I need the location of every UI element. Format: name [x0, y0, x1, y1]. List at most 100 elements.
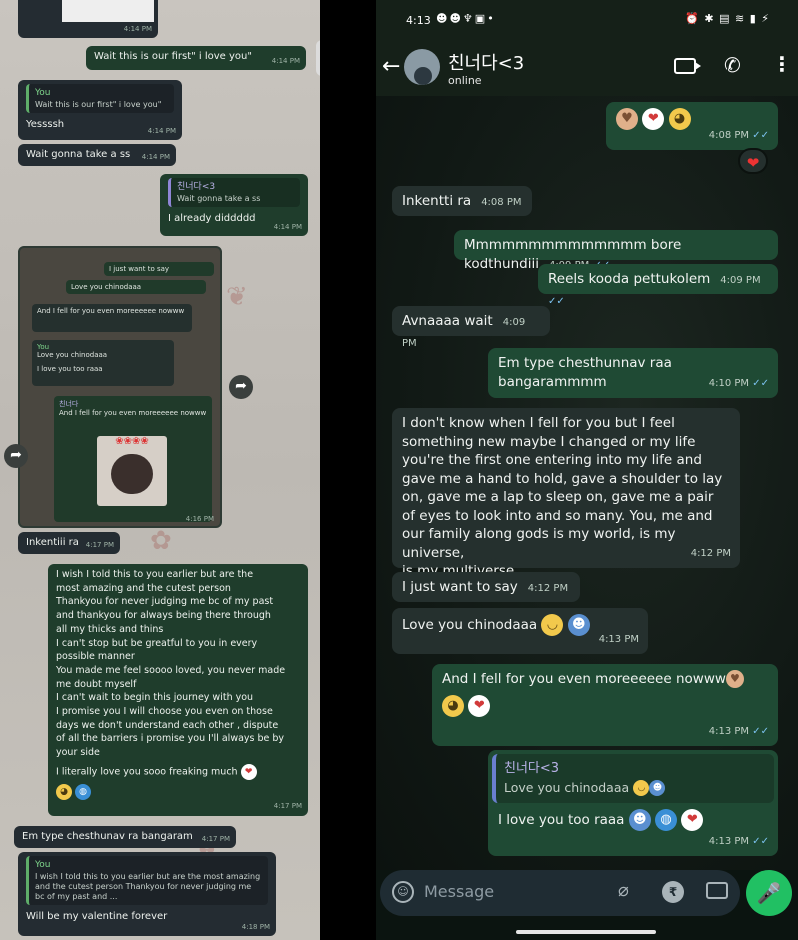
message-text: And I fell for you even moreeeeee nowww — [442, 671, 726, 687]
message-time: 4:12 PM — [527, 583, 569, 594]
message-time: 4:17 PM — [85, 541, 114, 549]
camera-icon[interactable] — [706, 882, 728, 899]
video-call-icon[interactable] — [674, 58, 701, 74]
message-line: of eyes to look into and so many. You, m… — [402, 507, 713, 524]
quote-name: You — [35, 88, 51, 98]
outgoing-message[interactable]: And I fell for you even moreeeeee nowww ♥… — [432, 664, 778, 746]
rupee-payment-icon[interactable]: ₹ — [662, 881, 684, 903]
left-message-bubble[interactable]: You Wait this is our first" i love you" … — [18, 80, 182, 140]
message-line: me doubt myself — [56, 678, 137, 690]
quoted-message[interactable]: You I wish I told this to you earlier bu… — [26, 856, 268, 905]
message-time: 4:17 PM — [201, 835, 230, 843]
quoted-message[interactable]: 친너다<3 Wait gonna take a ss — [168, 178, 300, 207]
message-line: possible manner — [56, 651, 135, 663]
image-message-bottom[interactable]: 4:14 PM — [18, 0, 158, 38]
screenshot-line: 친너다 — [59, 400, 79, 408]
message-time: 4:13 PM — [708, 835, 750, 847]
message-text: Love you chinodaaa — [402, 617, 538, 633]
message-line: you're the first one entering into my li… — [402, 452, 702, 468]
message-text: Inkentti ra — [402, 193, 472, 209]
message-time: 4:18 PM — [241, 923, 270, 931]
leaf-decoration: ❦ — [226, 282, 248, 312]
left-message-bubble[interactable]: 친너다<3 Wait gonna take a ss I already did… — [160, 174, 308, 236]
message-time: 4:14 PM — [147, 127, 176, 135]
contact-avatar[interactable]: ☺ — [316, 40, 320, 76]
message-time: 4:14 PM — [273, 223, 302, 231]
message-time: 4:12 PM — [690, 547, 731, 559]
flower-decoration: ✿ — [150, 526, 172, 556]
forward-icon[interactable]: ➦ — [229, 375, 253, 399]
message-time: 4:17 PM — [273, 802, 302, 811]
message-time: 4:08 PM — [481, 197, 522, 208]
message-line: most amazing and the cutest person — [56, 582, 231, 594]
quote-text: I wish I told this to you earlier but ar… — [35, 872, 261, 901]
pleading-face-emoji: ◕ — [442, 694, 464, 717]
quoted-message[interactable]: 친너다<3 Love you chinodaaa ◡ ☻ — [492, 754, 774, 803]
read-receipt-icon: ✓✓ — [752, 835, 769, 847]
message-time: 4:08 PM — [708, 129, 750, 141]
quoted-message[interactable]: You Wait this is our first" i love you" — [26, 84, 174, 113]
heart-emoji: ❤ — [681, 809, 704, 831]
message-text: Inkentiii ra — [26, 537, 79, 548]
forwarded-screenshot-image[interactable]: I just want to say Love you chinodaaa An… — [18, 246, 222, 528]
heart-emoji: ❤ — [468, 694, 491, 717]
incoming-message[interactable]: I just want to say 4:12 PM — [392, 572, 580, 602]
message-text: I just want to say — [402, 579, 518, 595]
relieved-face-emoji: ◡ — [541, 614, 564, 636]
read-receipt-icon: ✓✓ — [548, 295, 565, 307]
left-message-bubble[interactable]: Wait gonna take a ss 4:14 PM — [18, 144, 176, 166]
message-list[interactable]: ♥ ❤ ◕ 4:08 PM ✓✓ ❤ Inkentti ra 4:08 PM Mm… — [376, 96, 798, 870]
contact-avatar[interactable] — [404, 49, 440, 85]
message-text: Will be my valentine forever — [26, 911, 168, 922]
heart-emoji: ❤ — [240, 763, 257, 780]
home-indicator — [516, 930, 656, 934]
photo-thumbnail: ❀❀❀❀ — [97, 436, 167, 506]
attach-icon[interactable]: ⌀ — [618, 880, 629, 901]
image-thumbnail — [62, 0, 154, 22]
message-line: our family along gods is my world, is my… — [402, 526, 676, 561]
message-line: I can't wait to begin this journey with … — [56, 692, 254, 704]
left-message-bubble[interactable]: Inkentiii ra 4:17 PM — [18, 532, 120, 554]
outgoing-reply-message[interactable]: 친너다<3 Love you chinodaaa ◡ ☻ I love you t… — [488, 750, 778, 856]
read-receipt-icon: ✓✓ — [752, 725, 769, 737]
emoji-icon[interactable]: ☺ — [392, 881, 414, 903]
outgoing-message[interactable]: Reels kooda pettukolem 4:09 PM ✓✓ — [538, 264, 778, 307]
heart-emoji: ❤ — [642, 108, 665, 130]
phone-call-icon[interactable]: ✆ — [724, 53, 741, 77]
hugging-people-emoji: ☻ — [567, 614, 590, 636]
status-bar: 4:13 ☻☻♆▣• ⏰ ✱ ▤ ≋ ▮ ⚡ — [376, 0, 798, 40]
forward-icon[interactable]: ➦ — [4, 444, 28, 468]
message-line: I promise you I will choose you even on … — [56, 706, 273, 718]
left-screenshot-panel: ✿ ❦ ✿ ✿ 4:14 PM Wait this is our first" … — [0, 0, 320, 940]
screenshot-line: And I fell for you even moreeeeee nowww — [59, 409, 207, 417]
incoming-message[interactable]: Avnaaaa wait 4:09 PM — [392, 306, 550, 349]
microphone-icon[interactable]: 🎤 — [746, 870, 792, 916]
left-message-bubble[interactable]: Wait this is our first" i love you" 4:14… — [86, 46, 306, 70]
message-line: your side — [56, 747, 100, 759]
message-text: Avnaaaa wait — [402, 313, 493, 329]
message-line: Thankyou for never judging me bc of my p… — [56, 596, 274, 608]
message-text: Em type chesthunav ra bangaram — [22, 831, 193, 842]
contact-name[interactable]: 친너다<3 — [448, 49, 524, 75]
left-message-bubble[interactable]: Em type chesthunav ra bangaram 4:17 PM — [14, 826, 236, 848]
incoming-message[interactable]: Love you chinodaaa ◡ ☻ 4:13 PM — [392, 608, 648, 654]
message-time: 4:09 PM — [720, 275, 761, 286]
incoming-long-message[interactable]: I don't know when I fell for you but I f… — [392, 408, 740, 579]
message-text: Wait this is our first" i love you" — [94, 51, 252, 62]
outgoing-emoji-message[interactable]: ♥ ❤ ◕ 4:08 PM ✓✓ — [606, 102, 778, 150]
incoming-message[interactable]: Inkentti ra 4:08 PM — [392, 186, 532, 216]
message-line: I wish I told this to you earlier but ar… — [56, 569, 254, 580]
screenshot-line: And I fell for you even moreeeeee nowww — [32, 304, 192, 332]
more-options-icon[interactable]: ⋮ — [772, 52, 792, 76]
hugging-people-emoji: ☻ — [649, 779, 666, 796]
left-message-bubble[interactable]: You I wish I told this to you earlier bu… — [18, 852, 276, 936]
message-input[interactable]: ☺ Message ⌀ ₹ — [380, 870, 740, 916]
heart-reaction[interactable]: ❤ — [738, 148, 768, 174]
long-love-letter-bubble[interactable]: I wish I told this to you earlier but ar… — [48, 564, 308, 816]
message-line: I can't stop but be greatful to you in e… — [56, 637, 258, 649]
message-line: all my thicks and thins — [56, 623, 164, 635]
outgoing-message[interactable]: Em type chesthunnav raa bangarammmm 4:10… — [488, 348, 778, 398]
outgoing-message[interactable]: Mmmmmmmmmmmmmm bore kodthundiii4:09 PM ✓… — [454, 230, 778, 272]
screenshot-quote-block: You Love you chinodaaa I love you too ra… — [32, 340, 174, 386]
back-arrow-icon[interactable]: ← — [382, 54, 400, 79]
